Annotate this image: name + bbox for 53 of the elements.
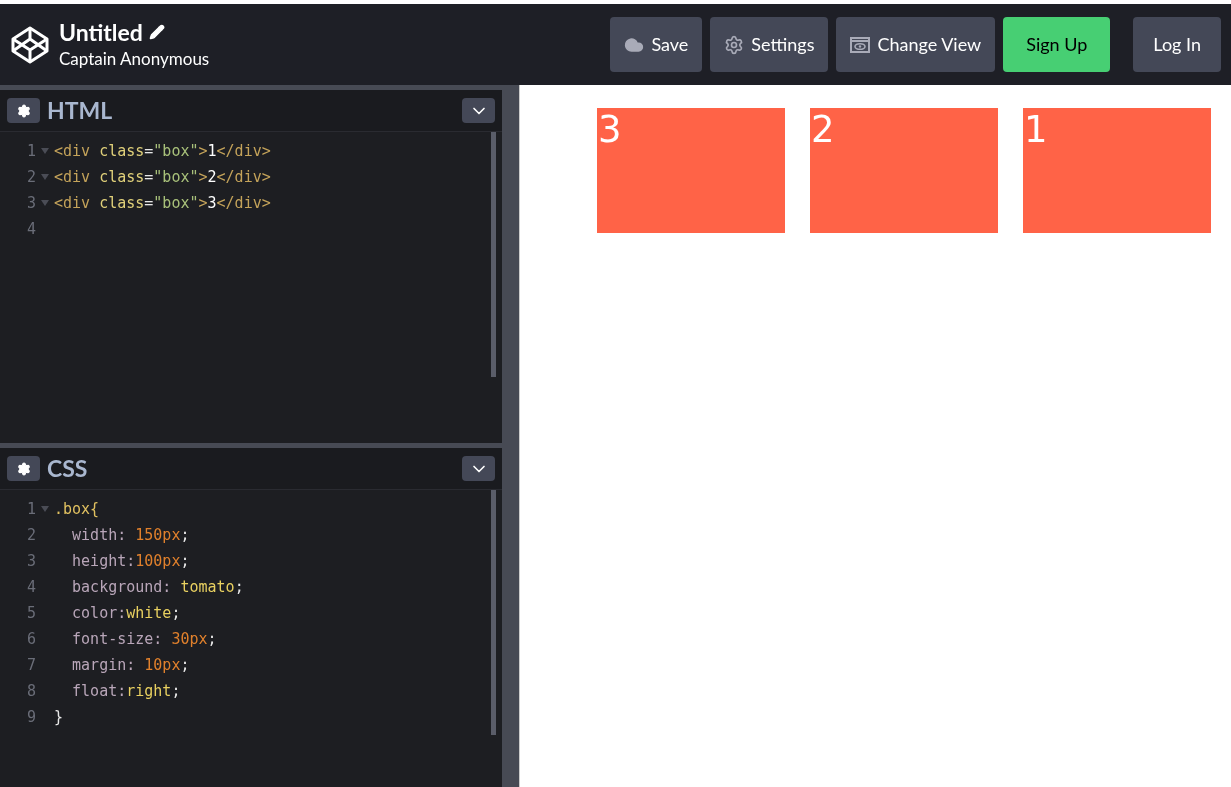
- line-number: 1: [25, 498, 36, 520]
- code-line: float:right;: [71, 680, 181, 702]
- scrollbar-thumb[interactable]: [491, 132, 496, 377]
- preview-box: 1: [1023, 108, 1211, 233]
- code-line: }: [54, 706, 64, 728]
- line-number: 2: [25, 524, 36, 546]
- settings-icon: [16, 461, 31, 476]
- code-line: width: 150px;: [71, 524, 190, 546]
- preview-box: 3: [597, 108, 785, 233]
- eye-window-icon: [850, 36, 871, 53]
- editor-settings-button[interactable]: [7, 456, 40, 481]
- fold-arrow-icon[interactable]: [41, 148, 49, 154]
- line-number: 9: [25, 706, 36, 728]
- line-number: 3: [25, 550, 36, 572]
- cube-logo-icon: [10, 24, 50, 65]
- code-line: font-size: 30px;: [71, 628, 217, 650]
- header-button[interactable]: Log In: [1133, 17, 1221, 72]
- code-line: <div class="box">1</div>: [54, 140, 271, 162]
- fold-arrow-icon[interactable]: [41, 200, 49, 206]
- author-name: Captain Anonymous: [59, 46, 210, 71]
- header-button[interactable]: Settings: [710, 17, 829, 72]
- editor-title: CSS: [47, 453, 88, 485]
- pencil-icon[interactable]: [148, 23, 165, 40]
- line-number: 5: [25, 602, 36, 624]
- line-number: 2: [25, 166, 36, 188]
- code-line: .box{: [54, 498, 100, 520]
- preview-box: 2: [810, 108, 998, 233]
- code-line: height:100px;: [71, 550, 190, 572]
- editor-title: HTML: [47, 95, 113, 127]
- header-button[interactable]: Sign Up: [1003, 17, 1111, 72]
- code-line: <div class="box">2</div>: [54, 166, 271, 188]
- code-line: <div class="box">3</div>: [54, 192, 271, 214]
- editor-settings-button[interactable]: [7, 98, 40, 123]
- collapse-button[interactable]: [462, 98, 495, 123]
- code-line: background: tomato;: [71, 576, 244, 598]
- code-line: margin: 10px;: [71, 654, 190, 676]
- code-line: color:white;: [71, 602, 181, 624]
- fold-arrow-icon[interactable]: [41, 174, 49, 180]
- line-number: 4: [25, 576, 36, 598]
- settings-icon: [724, 34, 745, 55]
- line-number: 4: [25, 218, 36, 240]
- header-button[interactable]: Save: [610, 17, 703, 72]
- scrollbar-thumb[interactable]: [491, 490, 496, 735]
- line-number: 3: [25, 192, 36, 214]
- line-number: 6: [25, 628, 36, 650]
- collapse-button[interactable]: [462, 456, 495, 481]
- fold-arrow-icon[interactable]: [41, 506, 49, 512]
- settings-icon: [16, 103, 31, 118]
- line-number: 1: [25, 140, 36, 162]
- pen-title: Untitled: [59, 17, 143, 46]
- header-button[interactable]: Change View: [836, 17, 996, 72]
- line-number: 7: [25, 654, 36, 676]
- line-number: 8: [25, 680, 36, 702]
